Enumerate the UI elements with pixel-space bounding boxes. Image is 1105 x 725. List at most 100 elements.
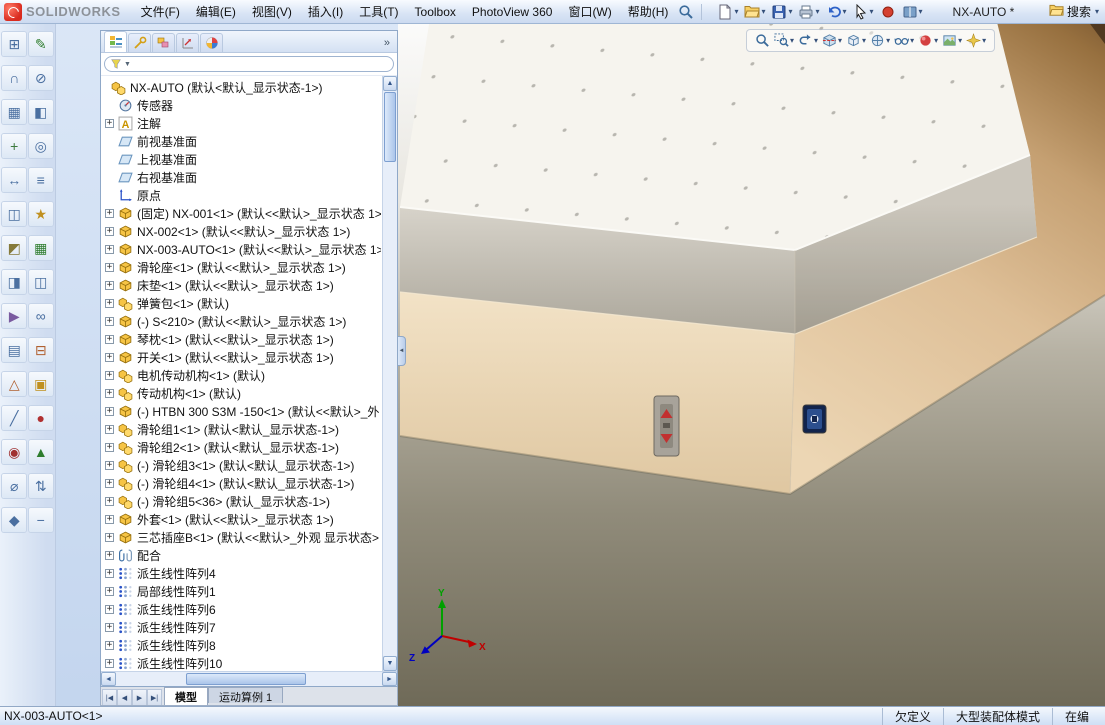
- explode-line-sketch-button[interactable]: ╱: [2, 406, 27, 430]
- smart-fasteners-button[interactable]: +: [2, 134, 27, 158]
- tree-item[interactable]: + 琴枕<1> (默认<<默认>_显示状态 1>): [103, 330, 381, 348]
- tree-item[interactable]: 上视基准面: [103, 150, 381, 168]
- solidworks-search[interactable]: 搜索 ▾: [1049, 3, 1101, 21]
- design-library-button[interactable]: ▣: [28, 372, 53, 396]
- motion-manager-button[interactable]: ⇅: [28, 474, 53, 498]
- move-component-button[interactable]: ↔: [2, 168, 27, 192]
- tree-item[interactable]: + 配合: [103, 546, 381, 564]
- tree-item[interactable]: + 派生线性阵列8: [103, 636, 381, 654]
- expand-toggle[interactable]: +: [105, 280, 114, 290]
- tree-item[interactable]: + (-) 滑轮组4<1> (默认<默认_显示状态-1>): [103, 474, 381, 492]
- menu-photoview-360[interactable]: PhotoView 360: [464, 1, 561, 23]
- select-button[interactable]: ▾: [851, 2, 876, 22]
- pattern-driven-pattern-button[interactable]: ▦: [28, 236, 53, 260]
- collapse-items-button[interactable]: −: [28, 508, 53, 532]
- tree-item[interactable]: + (-) HTBN 300 S3M -150<1> (默认<<默认>_外: [103, 402, 381, 420]
- expand-toggle[interactable]: +: [105, 640, 114, 650]
- no-external-references-button[interactable]: ⊘: [28, 66, 53, 90]
- tree-item[interactable]: + 滑轮座<1> (默认<<默认>_显示状态 1>): [103, 258, 381, 276]
- expand-toggle[interactable]: +: [105, 532, 114, 542]
- tree-item[interactable]: + NX-003-AUTO<1> (默认<<默认>_显示状态 1>): [103, 240, 381, 258]
- scroll-thumb[interactable]: [384, 92, 396, 162]
- expand-toggle[interactable]: +: [105, 568, 114, 578]
- expand-toggle[interactable]: +: [105, 514, 114, 524]
- expand-toggle[interactable]: +: [105, 496, 114, 506]
- tree-item[interactable]: + NX-002<1> (默认<<默认>_显示状态 1>): [103, 222, 381, 240]
- appearances-button[interactable]: ●: [28, 406, 53, 430]
- tree-item[interactable]: + 派生线性阵列6: [103, 600, 381, 618]
- tree-item[interactable]: + 床垫<1> (默认<<默认>_显示状态 1>): [103, 276, 381, 294]
- tree-item[interactable]: + 三芯插座B<1> (默认<<默认>_外观 显示状态>: [103, 528, 381, 546]
- menu-insert[interactable]: 插入(I): [300, 0, 351, 24]
- expand-toggle[interactable]: +: [105, 478, 114, 488]
- expand-toggle[interactable]: +: [105, 352, 114, 362]
- options-button[interactable]: ▾: [900, 2, 925, 22]
- undo-button[interactable]: ▾: [824, 2, 849, 22]
- display-style-button[interactable]: ▾: [869, 32, 891, 49]
- simulation-button[interactable]: ▲: [28, 440, 53, 464]
- expand-toggle[interactable]: +: [105, 460, 114, 470]
- tree-item[interactable]: + A 注解: [103, 114, 381, 132]
- new-motion-study-button[interactable]: ▶: [2, 304, 27, 328]
- tree-item[interactable]: + 开关<1> (默认<<默认>_显示状态 1>): [103, 348, 381, 366]
- smart-component-button[interactable]: ★: [28, 202, 53, 226]
- component-preview-button[interactable]: ◧: [28, 100, 53, 124]
- menu-window[interactable]: 窗口(W): [560, 0, 619, 24]
- measure-button[interactable]: ⌀: [2, 474, 27, 498]
- expand-toggle[interactable]: +: [105, 388, 114, 398]
- mass-properties-button[interactable]: ◆: [2, 508, 27, 532]
- interference-detection-button[interactable]: ◉: [2, 440, 27, 464]
- assembly-features-button[interactable]: ◩: [2, 236, 27, 260]
- scroll-left-button[interactable]: ◄: [101, 672, 116, 686]
- tree-item[interactable]: + 弹簧包<1> (默认): [103, 294, 381, 312]
- expand-toggle[interactable]: +: [105, 586, 114, 596]
- expand-toggle[interactable]: +: [105, 658, 114, 668]
- view-settings-button[interactable]: ▾: [965, 32, 987, 49]
- tab-nav-next[interactable]: ▶: [132, 689, 147, 705]
- section-view-button[interactable]: ▾: [821, 32, 843, 49]
- expand-toggle[interactable]: +: [105, 550, 114, 560]
- apply-scene-button[interactable]: ▾: [941, 32, 963, 49]
- configurationmanager-tab[interactable]: [152, 33, 175, 52]
- tab-nav-last[interactable]: ▶|: [147, 689, 162, 705]
- scroll-track[interactable]: [306, 672, 382, 686]
- graphics-viewport[interactable]: Y X Z ▾ ▾ ▾ ▾ ▾ ▾ ▾ ▾ ▾: [398, 24, 1105, 706]
- zoom-to-area-button[interactable]: ▾: [773, 32, 795, 49]
- scroll-up-button[interactable]: ▲: [383, 76, 397, 91]
- tree-item[interactable]: + (固定) NX-001<1> (默认<<默认>_显示状态 1>): [103, 204, 381, 222]
- expand-toggle[interactable]: +: [105, 244, 114, 254]
- tree-item[interactable]: + 滑轮组1<1> (默认<默认_显示状态-1>): [103, 420, 381, 438]
- zoom-to-fit-button[interactable]: [754, 32, 771, 49]
- menu-view[interactable]: 视图(V): [244, 0, 300, 24]
- tree-item[interactable]: + 派生线性阵列10: [103, 654, 381, 671]
- expand-toggle[interactable]: +: [105, 208, 114, 218]
- scroll-track[interactable]: [116, 672, 186, 686]
- expand-toggle[interactable]: +: [105, 442, 114, 452]
- displaymanager-tab[interactable]: [200, 33, 223, 52]
- exploded-view-button[interactable]: △: [2, 372, 27, 396]
- scroll-thumb[interactable]: [186, 673, 306, 685]
- tab-nav-prev[interactable]: ◀: [117, 689, 132, 705]
- toolbox-library-button[interactable]: ⊟: [28, 338, 53, 362]
- tree-item[interactable]: + 滑轮组2<1> (默认<默认_显示状态-1>): [103, 438, 381, 456]
- view-orientation-button[interactable]: ▾: [845, 32, 867, 49]
- print-button[interactable]: ▾: [796, 2, 821, 22]
- tree-item[interactable]: + 派生线性阵列7: [103, 618, 381, 636]
- tree-item[interactable]: + 外套<1> (默认<<默认>_显示状态 1>): [103, 510, 381, 528]
- menu-toolbox[interactable]: Toolbox: [407, 1, 464, 23]
- expand-toggle[interactable]: +: [105, 604, 114, 614]
- tree-item[interactable]: 原点: [103, 186, 381, 204]
- expand-toggle[interactable]: +: [105, 334, 114, 344]
- tree-item[interactable]: + 电机传动机构<1> (默认): [103, 366, 381, 384]
- expand-toggle[interactable]: +: [105, 262, 114, 272]
- hide-show-items-button[interactable]: ▾: [893, 32, 915, 49]
- tree-item[interactable]: + 派生线性阵列4: [103, 564, 381, 582]
- tree-vertical-scrollbar[interactable]: ▲ ▼: [382, 76, 397, 671]
- search-menu-button[interactable]: [676, 2, 696, 22]
- insert-components-button[interactable]: ⊞: [2, 32, 27, 56]
- tab-motion-study[interactable]: 运动算例 1: [208, 687, 284, 704]
- scroll-down-button[interactable]: ▼: [383, 656, 397, 671]
- scroll-track[interactable]: [383, 163, 397, 656]
- tree-item[interactable]: + (-) 滑轮组5<36> (默认_显示状态-1>): [103, 492, 381, 510]
- menu-tools[interactable]: 工具(T): [351, 0, 406, 24]
